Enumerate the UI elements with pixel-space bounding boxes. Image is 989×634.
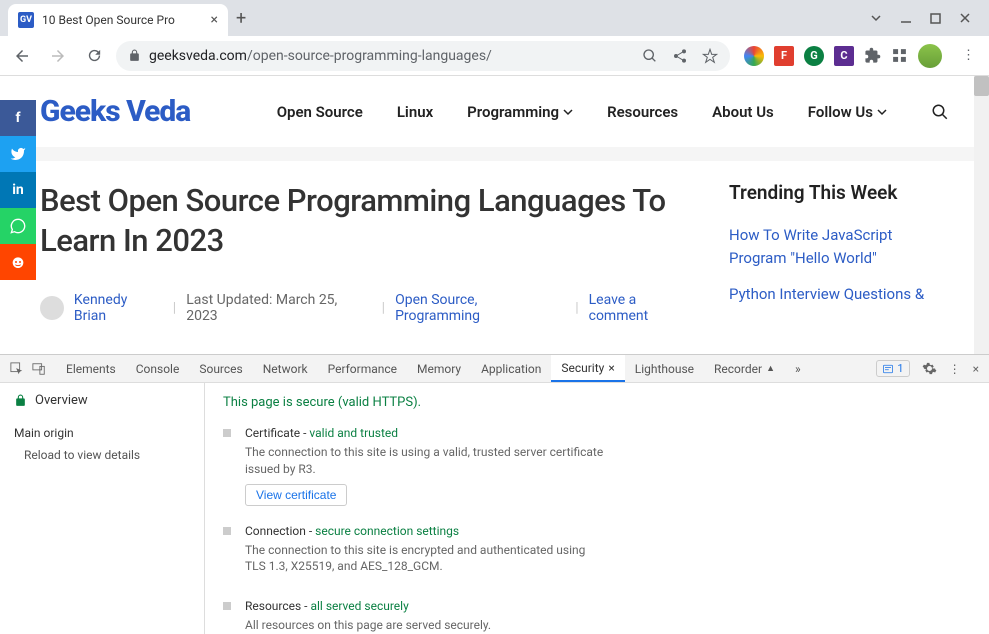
twitter-share[interactable]	[0, 136, 36, 172]
whatsapp-share[interactable]	[0, 208, 36, 244]
scrollbar[interactable]	[974, 76, 989, 354]
main-origin-label: Main origin	[14, 426, 190, 440]
security-main: This page is secure (valid HTTPS). Certi…	[205, 383, 989, 634]
divider	[0, 147, 989, 161]
tab-performance[interactable]: Performance	[318, 355, 407, 382]
resources-section: Resources - all served securely All reso…	[223, 599, 971, 634]
tab-title: 10 Best Open Source Pro	[42, 13, 203, 27]
forward-button[interactable]	[44, 42, 72, 70]
trending-link[interactable]: Python Interview Questions &	[729, 283, 949, 306]
device-icon[interactable]	[32, 362, 46, 376]
scrollbar-thumb[interactable]	[974, 76, 989, 96]
window-controls	[870, 12, 981, 24]
sidebar: Trending This Week How To Write JavaScri…	[729, 181, 949, 324]
bullet-icon	[223, 429, 231, 437]
trending-link[interactable]: How To Write JavaScript Program "Hello W…	[729, 224, 949, 269]
reddit-share[interactable]	[0, 244, 36, 280]
article: Best Open Source Programming Languages T…	[40, 181, 699, 324]
share-icon[interactable]	[672, 48, 688, 64]
close-devtools-icon[interactable]: ×	[973, 362, 979, 376]
profile-avatar[interactable]	[918, 44, 942, 68]
tab-sources[interactable]: Sources	[189, 355, 252, 382]
bookmark-icon[interactable]	[702, 48, 718, 64]
trending-heading: Trending This Week	[729, 181, 949, 204]
author-avatar	[40, 296, 64, 320]
tab-elements[interactable]: Elements	[56, 355, 126, 382]
article-meta: Kennedy Brian | Last Updated: March 25, …	[40, 292, 699, 324]
apps-icon[interactable]	[891, 47, 908, 64]
extension-icon[interactable]	[744, 46, 764, 66]
reload-hint: Reload to view details	[14, 448, 190, 462]
view-certificate-button[interactable]: View certificate	[245, 484, 347, 506]
lock-icon	[14, 394, 27, 407]
nav-programming[interactable]: Programming	[467, 103, 573, 121]
secure-banner: This page is secure (valid HTTPS).	[223, 395, 971, 410]
search-icon[interactable]	[931, 103, 949, 121]
favicon: GV	[18, 12, 34, 28]
tab-console[interactable]: Console	[126, 355, 190, 382]
tab-memory[interactable]: Memory	[407, 355, 471, 382]
close-window-icon[interactable]	[959, 12, 971, 24]
categories-link[interactable]: Open Source, Programming	[395, 292, 565, 324]
facebook-share[interactable]: f	[0, 100, 36, 136]
site-header: Geeks Veda Open Source Linux Programming…	[0, 76, 989, 147]
connection-section: Connection - secure connection settings …	[223, 524, 971, 582]
nav-follow[interactable]: Follow Us	[808, 103, 887, 121]
page-content: f in Geeks Veda Open Source Linux Progra…	[0, 76, 989, 354]
url-text: geeksveda.com/open-source-programming-la…	[149, 48, 634, 64]
site-logo[interactable]: Geeks Veda	[40, 94, 190, 129]
more-tabs[interactable]: »	[785, 355, 811, 382]
extension-icon[interactable]: C	[834, 46, 854, 66]
gear-icon[interactable]	[922, 361, 937, 376]
browser-chrome: GV 10 Best Open Source Pro × + geeksveda…	[0, 0, 989, 76]
extension-icon[interactable]: F	[774, 46, 794, 66]
linkedin-share[interactable]: in	[0, 172, 36, 208]
comment-link[interactable]: Leave a comment	[589, 292, 699, 324]
chevron-down-icon[interactable]	[870, 12, 882, 24]
certificate-section: Certificate - valid and trusted The conn…	[223, 426, 971, 506]
menu-icon[interactable]: ⋮	[949, 362, 961, 376]
minimize-icon[interactable]	[900, 12, 912, 24]
bullet-icon	[223, 527, 231, 535]
security-sidebar: Overview Main origin Reload to view deta…	[0, 383, 205, 634]
social-share-bar: f in	[0, 100, 36, 280]
menu-button[interactable]: ⋮	[956, 48, 981, 63]
main-nav: Open Source Linux Programming Resources …	[277, 103, 949, 121]
nav-resources[interactable]: Resources	[607, 103, 678, 121]
lock-icon[interactable]	[128, 49, 141, 62]
maximize-icon[interactable]	[930, 13, 941, 24]
address-bar[interactable]: geeksveda.com/open-source-programming-la…	[116, 41, 730, 71]
extensions-icon[interactable]	[864, 47, 881, 64]
nav-linux[interactable]: Linux	[397, 103, 433, 121]
browser-toolbar: geeksveda.com/open-source-programming-la…	[0, 36, 989, 76]
nav-open-source[interactable]: Open Source	[277, 103, 363, 121]
tab-strip: GV 10 Best Open Source Pro × +	[0, 0, 989, 36]
browser-tab[interactable]: GV 10 Best Open Source Pro ×	[8, 4, 228, 36]
nav-about[interactable]: About Us	[712, 103, 774, 121]
article-title: Best Open Source Programming Languages T…	[40, 181, 699, 262]
close-icon[interactable]: ×	[211, 12, 218, 28]
devtools-tabs: Elements Console Sources Network Perform…	[0, 355, 989, 383]
new-tab-button[interactable]: +	[236, 8, 246, 29]
tab-network[interactable]: Network	[253, 355, 318, 382]
author-link[interactable]: Kennedy Brian	[74, 292, 163, 324]
extension-icon[interactable]: G	[804, 46, 824, 66]
updated-date: Last Updated: March 25, 2023	[186, 292, 371, 324]
bullet-icon	[223, 602, 231, 610]
issues-badge[interactable]: 1	[876, 360, 909, 377]
extension-icons: F G C	[738, 44, 948, 68]
close-icon[interactable]: ×	[608, 361, 614, 375]
reload-button[interactable]	[80, 42, 108, 70]
tab-application[interactable]: Application	[471, 355, 551, 382]
back-button[interactable]	[8, 42, 36, 70]
overview-item[interactable]: Overview	[14, 393, 190, 408]
tab-security[interactable]: Security×	[551, 355, 624, 382]
zoom-icon[interactable]	[642, 48, 658, 64]
devtools: Elements Console Sources Network Perform…	[0, 354, 989, 634]
tab-lighthouse[interactable]: Lighthouse	[625, 355, 704, 382]
tab-recorder[interactable]: Recorder ▲	[704, 355, 785, 382]
inspect-icon[interactable]	[10, 362, 24, 376]
